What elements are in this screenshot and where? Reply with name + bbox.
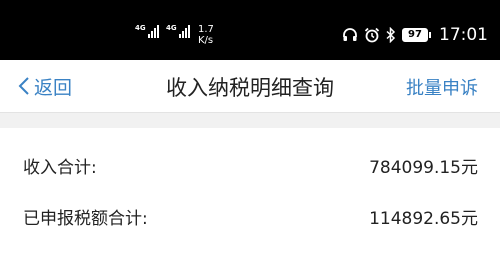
clock: 17:01 [439, 25, 488, 45]
bluetooth-icon [386, 27, 396, 43]
status-bar: 4G 4G 1.7 K/s 97 17:01 [0, 0, 500, 60]
summary-card: 收入合计: 784099.15元 已申报税额合计: 114892.65元 [0, 128, 500, 259]
battery-icon: 97 [402, 28, 431, 42]
income-total-label: 收入合计: [23, 158, 97, 178]
signal-4g-icon: 4G [166, 25, 191, 38]
signal-4g-icon: 4G [135, 25, 160, 38]
declared-tax-row: 已申报税额合计: 114892.65元 [0, 200, 500, 230]
batch-appeal-button[interactable]: 批量申诉 [406, 74, 478, 100]
declared-tax-value: 114892.65元 [369, 209, 478, 229]
nav-bar: 返回 收入纳税明细查询 批量申诉 [0, 60, 500, 113]
income-total-row: 收入合计: 784099.15元 [0, 149, 500, 179]
signal-label: 4G [135, 24, 146, 32]
network-speed: 1.7 K/s [198, 24, 214, 46]
signal-label: 4G [166, 24, 177, 32]
headphones-icon [342, 27, 358, 43]
income-total-value: 784099.15元 [369, 158, 478, 178]
battery-level: 97 [402, 28, 428, 42]
declared-tax-label: 已申报税额合计: [23, 209, 148, 229]
alarm-icon [364, 27, 380, 43]
